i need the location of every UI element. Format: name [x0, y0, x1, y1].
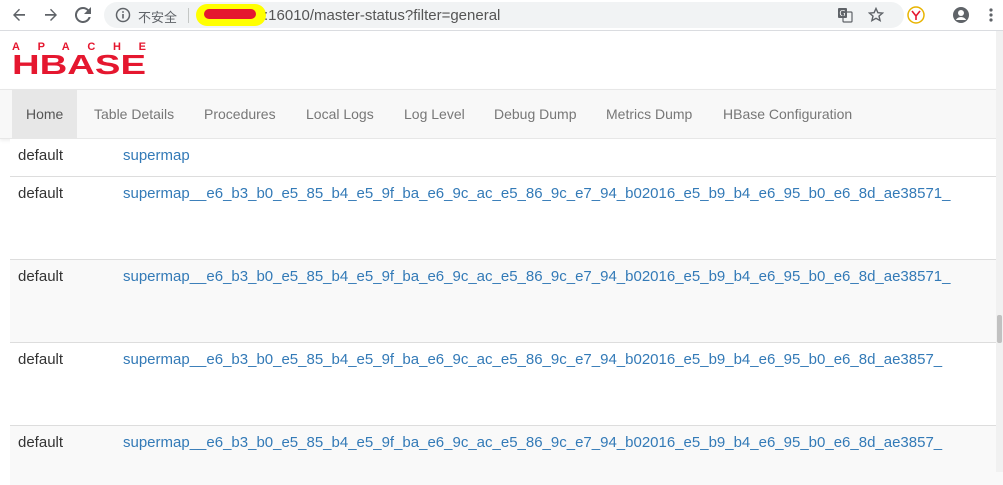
main-navbar: Home Table Details Procedures Local Logs… — [0, 89, 1003, 139]
star-icon[interactable] — [867, 6, 885, 24]
table-name-link[interactable]: supermap — [123, 147, 190, 164]
nav-hbase-configuration[interactable]: HBase Configuration — [723, 90, 852, 138]
divider — [188, 8, 189, 23]
hbase-logo[interactable]: APACHE HBASE — [12, 40, 148, 80]
page-scrollbar[interactable] — [996, 31, 1003, 472]
security-status[interactable]: 不安全 — [138, 7, 177, 26]
namespace-cell: default — [18, 147, 64, 164]
back-icon[interactable] — [8, 4, 30, 26]
namespace-cell: default — [18, 268, 64, 285]
nav-debug-dump[interactable]: Debug Dump — [494, 90, 577, 138]
nav-procedures[interactable]: Procedures — [204, 90, 276, 138]
table-row: default supermap__e6_b3_b0_e5_85_b4_e5_9… — [10, 425, 1003, 485]
address-bar[interactable]: 不安全 :16010/master-status?filter=general … — [104, 2, 904, 28]
namespace-cell: default — [18, 434, 64, 451]
nav-metrics-dump[interactable]: Metrics Dump — [606, 90, 692, 138]
extension-icon[interactable] — [905, 4, 927, 26]
nav-table-details[interactable]: Table Details — [94, 90, 174, 138]
forward-icon[interactable] — [40, 4, 62, 26]
redacted-host — [196, 4, 266, 26]
table-name-link[interactable]: supermap__e6_b3_b0_e5_85_b4_e5_9f_ba_e6_… — [123, 268, 951, 285]
namespace-cell: default — [18, 351, 64, 368]
reload-icon[interactable] — [72, 4, 94, 26]
browser-toolbar: 不安全 :16010/master-status?filter=general … — [0, 0, 1003, 31]
table-row: default supermap__e6_b3_b0_e5_85_b4_e5_9… — [10, 342, 1003, 425]
account-icon[interactable] — [950, 4, 972, 26]
table-row: default supermap__e6_b3_b0_e5_85_b4_e5_9… — [10, 176, 1003, 259]
svg-text:HBASE: HBASE — [12, 49, 146, 78]
menu-icon[interactable] — [980, 4, 1002, 26]
table-name-link[interactable]: supermap__e6_b3_b0_e5_85_b4_e5_9f_ba_e6_… — [123, 185, 951, 202]
nav-local-logs[interactable]: Local Logs — [306, 90, 374, 138]
info-icon[interactable] — [114, 6, 132, 24]
nav-home[interactable]: Home — [12, 90, 78, 138]
table-row: default supermap — [10, 139, 1003, 176]
url-text[interactable]: :16010/master-status?filter=general — [264, 7, 500, 24]
table-row: default supermap__e6_b3_b0_e5_85_b4_e5_9… — [10, 259, 1003, 342]
table-name-link[interactable]: supermap__e6_b3_b0_e5_85_b4_e5_9f_ba_e6_… — [123, 351, 942, 368]
table-name-link[interactable]: supermap__e6_b3_b0_e5_85_b4_e5_9f_ba_e6_… — [123, 434, 942, 451]
namespace-cell: default — [18, 185, 64, 202]
scrollbar-thumb[interactable] — [997, 315, 1002, 343]
user-tables-table: default supermap default supermap__e6_b3… — [10, 139, 1003, 485]
translate-icon[interactable]: G — [836, 6, 854, 24]
nav-log-level[interactable]: Log Level — [404, 90, 465, 138]
